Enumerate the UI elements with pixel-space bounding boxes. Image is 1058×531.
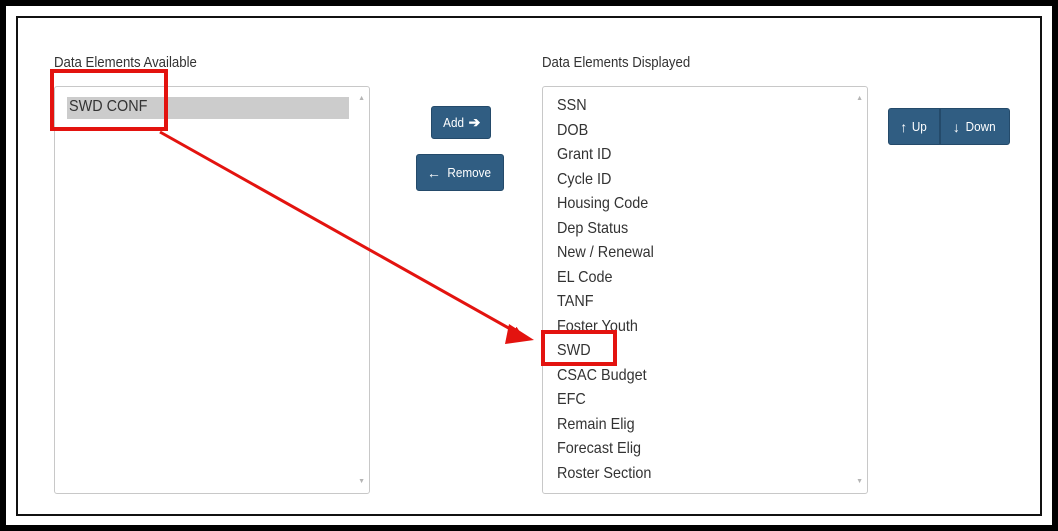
- displayed-list-item[interactable]: Housing Code: [557, 192, 648, 216]
- move-up-label: Up: [911, 119, 927, 134]
- displayed-list-item[interactable]: DOB: [557, 119, 588, 143]
- displayed-list-item[interactable]: Grant ID: [557, 143, 611, 167]
- displayed-list-item[interactable]: Dep Status: [557, 217, 628, 241]
- displayed-list-item[interactable]: Foster Youth: [557, 315, 638, 339]
- remove-button[interactable]: ← Remove: [416, 154, 504, 191]
- displayed-list-item[interactable]: Forecast Elig: [557, 437, 641, 461]
- scroll-down-arrow-icon[interactable]: ▼: [358, 478, 365, 485]
- displayed-list-item[interactable]: Cycle ID: [557, 168, 611, 192]
- displayed-list-item[interactable]: CSAC Budget: [557, 364, 647, 388]
- arrow-left-icon: ←: [426, 164, 445, 181]
- available-scrollbar[interactable]: ▲ ▼: [353, 87, 369, 493]
- displayed-listbox[interactable]: SSN DOB Grant ID Cycle ID Housing Code Dep St…: [542, 86, 868, 494]
- add-button-label: Add: [442, 115, 464, 130]
- displayed-list-item[interactable]: TANF: [557, 290, 594, 314]
- scroll-up-arrow-icon[interactable]: ▲: [856, 95, 863, 102]
- displayed-list-item[interactable]: SSN: [557, 94, 587, 118]
- available-listbox[interactable]: SWD CONF ▲ ▼: [54, 86, 370, 494]
- available-heading: Data Elements Available: [54, 54, 197, 71]
- available-item-swd-conf[interactable]: SWD CONF: [69, 95, 147, 119]
- scroll-up-arrow-icon[interactable]: ▲: [358, 95, 365, 102]
- scroll-down-arrow-icon[interactable]: ▼: [856, 478, 863, 485]
- arrow-down-icon: ↓: [952, 118, 964, 135]
- displayed-list-item[interactable]: EL Code: [557, 266, 613, 290]
- displayed-heading: Data Elements Displayed: [542, 54, 691, 71]
- screenshot-frame: Data Elements Available SWD CONF ▲ ▼ Add…: [6, 6, 1052, 525]
- displayed-list-item[interactable]: New / Renewal: [557, 241, 654, 265]
- dialog-panel: Data Elements Available SWD CONF ▲ ▼ Add…: [16, 16, 1042, 516]
- move-down-button[interactable]: ↓ Down: [940, 108, 1010, 145]
- move-up-button[interactable]: ↑ Up: [888, 108, 940, 145]
- move-down-label: Down: [965, 119, 996, 134]
- displayed-list-item[interactable]: SWD: [557, 339, 591, 363]
- arrow-right-icon: ➔: [464, 114, 481, 130]
- displayed-list-item[interactable]: Roster Section: [557, 462, 651, 486]
- displayed-list-item[interactable]: Remain Elig: [557, 413, 635, 437]
- displayed-scrollbar[interactable]: ▲ ▼: [851, 87, 867, 493]
- arrow-up-icon: ↑: [900, 118, 912, 135]
- add-button[interactable]: Add ➔: [431, 106, 491, 139]
- remove-button-label: Remove: [447, 165, 491, 180]
- displayed-list-item[interactable]: EFC: [557, 388, 586, 412]
